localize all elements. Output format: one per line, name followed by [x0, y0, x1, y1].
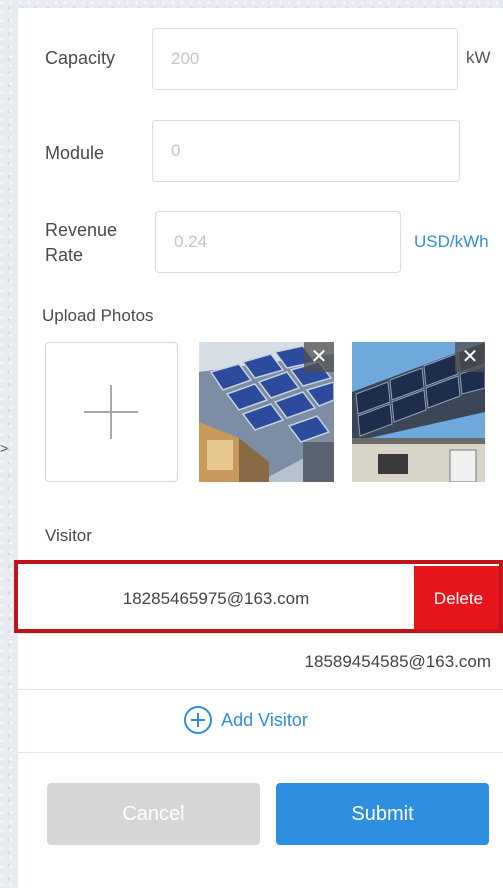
revenue-rate-unit: USD/kWh [414, 232, 489, 251]
capacity-label: Capacity [45, 48, 116, 68]
visitor-item-2[interactable]: 18589454585@163.com [18, 634, 503, 689]
visitor-email-2: 18589454585@163.com [304, 651, 491, 671]
uploaded-photo-1[interactable]: ✕ [199, 342, 334, 482]
submit-button[interactable]: Submit [276, 783, 489, 845]
visitor-item-1[interactable]: 18285465975@163.com Delete [18, 566, 503, 632]
capacity-placeholder: 200 [171, 49, 200, 68]
visitor-label: Visitor [45, 526, 92, 545]
cancel-button[interactable]: Cancel [47, 783, 260, 845]
capacity-unit: kW [466, 48, 491, 67]
form-panel: Capacity 200 kW Module 0 Revenue Rate 0.… [18, 8, 503, 888]
add-visitor-label: Add Visitor [221, 709, 308, 730]
remove-photo-2-button[interactable]: ✕ [455, 342, 485, 372]
uploaded-photo-2[interactable]: ✕ [352, 342, 485, 482]
upload-photos-label: Upload Photos [42, 306, 154, 325]
module-placeholder: 0 [171, 141, 181, 160]
revenue-rate-label-line2: Rate [45, 245, 84, 265]
remove-photo-1-button[interactable]: ✕ [304, 342, 334, 372]
delete-visitor-button[interactable]: Delete [414, 566, 503, 632]
plus-icon [84, 385, 138, 439]
add-visitor-button[interactable]: Add Visitor [18, 690, 503, 750]
capacity-input[interactable]: 200 [152, 28, 458, 90]
module-label: Module [45, 143, 105, 163]
revenue-rate-input[interactable]: 0.24 [155, 211, 401, 273]
close-icon: ✕ [310, 346, 328, 368]
revenue-rate-placeholder: 0.24 [174, 232, 208, 251]
add-photo-button[interactable] [45, 342, 178, 482]
revenue-rate-label-line1: Revenue [45, 220, 118, 240]
visitor-email-1: 18285465975@163.com [122, 589, 310, 608]
revenue-rate-label: Revenue Rate [45, 218, 117, 268]
close-icon: ✕ [461, 346, 479, 368]
module-input[interactable]: 0 [152, 120, 460, 182]
add-circle-icon [184, 706, 213, 734]
divider [18, 752, 503, 753]
edge-mark: > [0, 440, 9, 456]
